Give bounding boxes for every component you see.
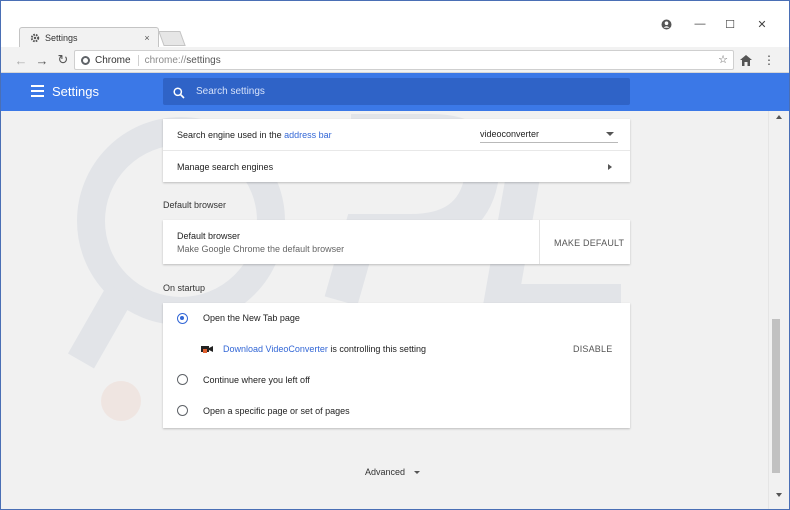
manage-search-engines-row[interactable]: Manage search engines: [163, 150, 630, 182]
radio-unselected-icon[interactable]: [177, 405, 188, 416]
tab-close-icon[interactable]: ×: [142, 33, 152, 43]
default-browser-card: Default browser Make Google Chrome the d…: [163, 220, 630, 264]
url-path: settings: [186, 54, 221, 66]
extension-icon: [201, 344, 213, 354]
settings-header: Settings: [1, 73, 789, 111]
extension-control-notice: Download VideoConverter is controlling t…: [163, 333, 630, 364]
browser-toolbar: ← → ↻ Chrome chrome://settings ☆ ⋮: [1, 47, 789, 73]
search-engine-card: Search engine used in the address bar vi…: [163, 119, 630, 182]
scroll-up-arrow-icon[interactable]: [776, 115, 782, 119]
forward-arrow-icon[interactable]: →: [34, 52, 50, 68]
back-arrow-icon[interactable]: ←: [13, 52, 29, 68]
hamburger-menu-icon[interactable]: [31, 85, 44, 97]
chevron-down-icon: [606, 132, 614, 136]
on-startup-section-title: On startup: [163, 283, 206, 293]
vertical-scrollbar[interactable]: [768, 111, 789, 509]
radio-selected-icon[interactable]: [177, 312, 188, 324]
manage-search-engines-label: Manage search engines: [177, 161, 274, 172]
chevron-down-icon: [414, 470, 421, 474]
menu-dots-icon[interactable]: ⋮: [761, 52, 777, 68]
search-icon: [173, 86, 185, 99]
address-bar[interactable]: Chrome chrome://settings ☆: [74, 50, 734, 70]
advanced-label: Advanced: [365, 467, 406, 477]
startup-option-label: Continue where you left off: [203, 374, 310, 385]
scroll-down-arrow-icon[interactable]: [776, 493, 782, 497]
startup-option-label: Open the New Tab page: [203, 313, 300, 323]
extension-link[interactable]: Download VideoConverter: [223, 344, 328, 354]
search-engine-row: Search engine used in the address bar vi…: [163, 119, 630, 150]
url-text: chrome://settings: [139, 55, 221, 66]
tab-title: Settings: [45, 33, 78, 43]
startup-option-new-tab[interactable]: Open the New Tab page: [163, 303, 630, 333]
default-browser-title: Default browser: [177, 231, 241, 241]
address-bar-link[interactable]: address bar: [284, 130, 332, 140]
disable-extension-button[interactable]: DISABLE: [573, 344, 612, 354]
search-engine-select[interactable]: videoconverter: [480, 125, 618, 143]
chevron-right-icon: [608, 163, 612, 170]
url-scheme: chrome://: [144, 54, 187, 66]
startup-option-specific-pages[interactable]: Open a specific page or set of pages: [163, 395, 630, 426]
radio-unselected-icon[interactable]: [177, 374, 188, 385]
search-engine-label: Search engine used in the address bar: [177, 130, 332, 140]
tab-settings[interactable]: Settings ×: [19, 27, 159, 48]
search-engine-label-prefix: Search engine used in the: [177, 129, 285, 140]
reload-icon[interactable]: ↻: [55, 52, 71, 68]
bookmark-star-icon[interactable]: ☆: [718, 53, 728, 66]
site-chip-label: Chrome: [95, 54, 131, 66]
startup-option-continue[interactable]: Continue where you left off: [163, 364, 630, 395]
settings-content: Search engine used in the address bar vi…: [1, 111, 769, 509]
scrollbar-thumb[interactable]: [772, 319, 780, 473]
gear-icon: [30, 33, 40, 43]
chrome-icon: [81, 55, 90, 65]
maximize-button[interactable]: ☐: [721, 15, 739, 33]
site-info-chip[interactable]: Chrome: [81, 54, 139, 66]
minimize-button[interactable]: —: [691, 15, 709, 33]
startup-option-label: Open a specific page or set of pages: [203, 405, 350, 416]
default-browser-section-title: Default browser: [163, 200, 227, 210]
divider: [539, 220, 540, 264]
browser-window: Settings × — ☐ ✕ ← → ↻ Chrome chrome://s…: [0, 0, 790, 510]
extension-notice-suffix: is controlling this setting: [327, 343, 426, 354]
extension-notice-text: Download VideoConverter is controlling t…: [223, 344, 426, 354]
home-icon[interactable]: [738, 52, 754, 68]
profile-icon[interactable]: [657, 15, 675, 33]
page-title: Settings: [52, 84, 99, 99]
advanced-toggle[interactable]: Advanced: [365, 467, 421, 477]
search-settings-input[interactable]: [196, 86, 596, 97]
new-tab-button[interactable]: [158, 31, 186, 46]
search-engine-selected-value: videoconverter: [480, 128, 540, 139]
default-browser-subtitle: Make Google Chrome the default browser: [177, 244, 345, 254]
search-settings-box[interactable]: [163, 78, 630, 105]
make-default-button[interactable]: MAKE DEFAULT: [554, 238, 624, 248]
close-window-button[interactable]: ✕: [753, 15, 771, 33]
on-startup-card: Open the New Tab page Download VideoConv…: [163, 303, 630, 428]
tab-strip: Settings × — ☐ ✕: [1, 1, 789, 48]
